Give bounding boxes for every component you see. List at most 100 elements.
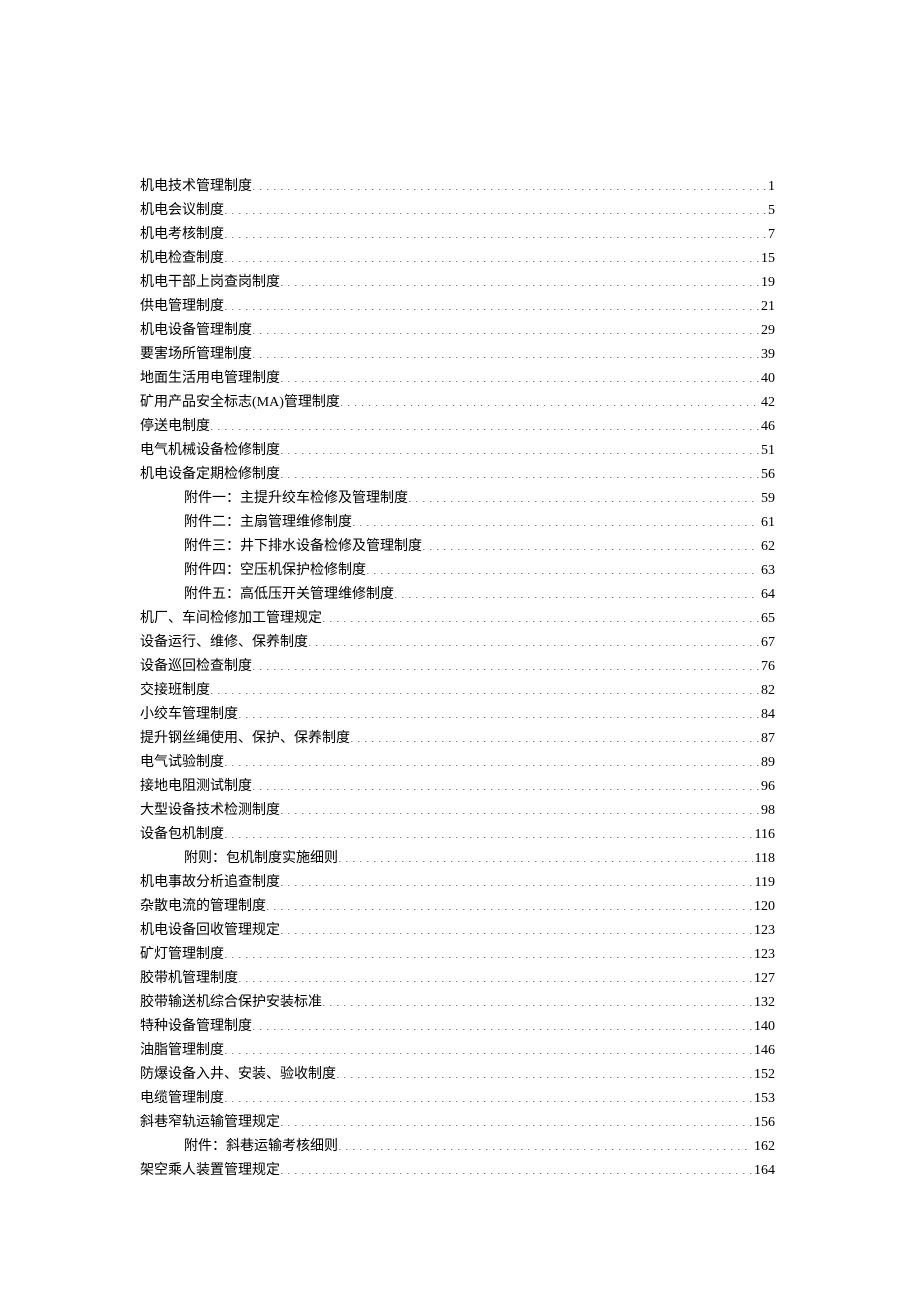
- toc-leader: [422, 536, 759, 550]
- toc-title: 机电设备定期检修制度: [140, 463, 280, 487]
- toc-leader: [252, 776, 759, 790]
- toc-title: 大型设备技术检测制度: [140, 799, 280, 823]
- toc-title: 提升钢丝绳使用、保护、保养制度: [140, 727, 350, 751]
- toc-page-number: 62: [759, 535, 775, 559]
- toc-row: 机电会议制度 5: [140, 199, 775, 223]
- toc-leader: [224, 1088, 752, 1102]
- toc-row: 交接班制度 82: [140, 679, 775, 703]
- toc-title: 设备运行、维修、保养制度: [140, 631, 308, 655]
- toc-page-number: 153: [752, 1087, 775, 1111]
- toc-page-number: 96: [759, 775, 775, 799]
- toc-title: 防爆设备入井、安装、验收制度: [140, 1063, 336, 1087]
- toc-row: 电缆管理制度153: [140, 1087, 775, 1111]
- toc-leader: [280, 920, 752, 934]
- toc-leader: [322, 608, 759, 622]
- toc-row: 附件四：空压机保护检修制度63: [140, 559, 775, 583]
- toc-row: 机电设备定期检修制度 56: [140, 463, 775, 487]
- toc-page-number: 152: [752, 1063, 775, 1087]
- toc-title: 附件三：井下排水设备检修及管理制度: [140, 535, 422, 559]
- toc-row: 小绞车管理制度 84: [140, 703, 775, 727]
- toc-title: 机电技术管理制度: [140, 175, 252, 199]
- toc-title: 电气试验制度: [140, 751, 224, 775]
- toc-page-number: 118: [753, 847, 775, 871]
- toc-title: 斜巷窄轨运输管理规定: [140, 1111, 280, 1135]
- toc-row: 防爆设备入井、安装、验收制度 152: [140, 1063, 775, 1087]
- toc-title: 小绞车管理制度: [140, 703, 238, 727]
- toc-title: 附件一：主提升绞车检修及管理制度: [140, 487, 408, 511]
- toc-page-number: 87: [759, 727, 775, 751]
- toc-page-number: 42: [759, 391, 775, 415]
- toc-row: 胶带机管理制度127: [140, 967, 775, 991]
- toc-title: 架空乘人装置管理规定: [140, 1159, 280, 1183]
- table-of-contents: 机电技术管理制度1机电会议制度5机电考核制度7机电检查制度15机电干部上岗查岗制…: [140, 175, 775, 1183]
- toc-page-number: 67: [759, 631, 775, 655]
- toc-leader: [308, 632, 759, 646]
- toc-row: 机厂、车间检修加工管理规定65: [140, 607, 775, 631]
- toc-page-number: 82: [759, 679, 775, 703]
- toc-leader: [322, 992, 752, 1006]
- toc-page-number: 132: [752, 991, 775, 1015]
- toc-page-number: 98: [759, 799, 775, 823]
- toc-leader: [266, 896, 752, 910]
- toc-leader: [338, 848, 753, 862]
- toc-row: 提升钢丝绳使用、保护、保养制度 87: [140, 727, 775, 751]
- toc-page-number: 84: [759, 703, 775, 727]
- toc-page-number: 127: [752, 967, 775, 991]
- toc-leader: [280, 272, 759, 286]
- toc-page-number: 65: [759, 607, 775, 631]
- toc-title: 机电设备回收管理规定: [140, 919, 280, 943]
- toc-title: 机电干部上岗查岗制度: [140, 271, 280, 295]
- toc-page-number: 15: [759, 247, 775, 271]
- toc-row: 特种设备管理制度140: [140, 1015, 775, 1039]
- toc-title: 油脂管理制度: [140, 1039, 224, 1063]
- toc-page-number: 21: [759, 295, 775, 319]
- toc-page-number: 46: [759, 415, 775, 439]
- toc-page-number: 146: [752, 1039, 775, 1063]
- toc-leader: [224, 296, 759, 310]
- toc-title: 电气机械设备检修制度: [140, 439, 280, 463]
- toc-title: 供电管理制度: [140, 295, 224, 319]
- toc-row: 附件：斜巷运输考核细则162: [140, 1135, 775, 1159]
- toc-row: 附则：包机制度实施细则118: [140, 847, 775, 871]
- toc-title: 停送电制度: [140, 415, 210, 439]
- toc-page-number: 76: [759, 655, 775, 679]
- toc-title: 交接班制度: [140, 679, 210, 703]
- toc-leader: [210, 680, 759, 694]
- toc-page-number: 5: [766, 199, 775, 223]
- toc-title: 杂散电流的管理制度: [140, 895, 266, 919]
- toc-page-number: 7: [766, 223, 775, 247]
- toc-leader: [280, 368, 759, 382]
- toc-page-number: 164: [752, 1159, 775, 1183]
- toc-leader: [252, 1016, 752, 1030]
- toc-leader: [280, 800, 759, 814]
- toc-row: 接地电阻测试制度 96: [140, 775, 775, 799]
- toc-page-number: 40: [759, 367, 775, 391]
- toc-leader: [336, 1064, 752, 1078]
- toc-page-number: 140: [752, 1015, 775, 1039]
- toc-row: 地面生活用电管理制度40: [140, 367, 775, 391]
- toc-leader: [366, 560, 759, 574]
- toc-title: 附件二：主扇管理维修制度: [140, 511, 352, 535]
- toc-row: 电气机械设备检修制度51: [140, 439, 775, 463]
- toc-title: 设备包机制度: [140, 823, 224, 847]
- toc-page-number: 61: [759, 511, 775, 535]
- toc-leader: [352, 512, 759, 526]
- toc-row: 机电设备管理制度29: [140, 319, 775, 343]
- toc-row: 胶带输送机综合保护安装标准132: [140, 991, 775, 1015]
- toc-leader: [408, 488, 759, 502]
- toc-row: 附件二：主扇管理维修制度 61: [140, 511, 775, 535]
- toc-leader: [224, 824, 753, 838]
- toc-page-number: 156: [752, 1111, 775, 1135]
- toc-row: 设备运行、维修、保养制度 67: [140, 631, 775, 655]
- toc-title: 接地电阻测试制度: [140, 775, 252, 799]
- toc-title: 机电会议制度: [140, 199, 224, 223]
- toc-row: 斜巷窄轨运输管理规定 156: [140, 1111, 775, 1135]
- toc-row: 机电事故分析追查制度119: [140, 871, 775, 895]
- toc-row: 设备巡回检查制度76: [140, 655, 775, 679]
- toc-page-number: 120: [752, 895, 775, 919]
- toc-page-number: 116: [753, 823, 775, 847]
- toc-leader: [350, 728, 759, 742]
- toc-title: 机电检查制度: [140, 247, 224, 271]
- toc-page-number: 56: [759, 463, 775, 487]
- toc-title: 机电考核制度: [140, 223, 224, 247]
